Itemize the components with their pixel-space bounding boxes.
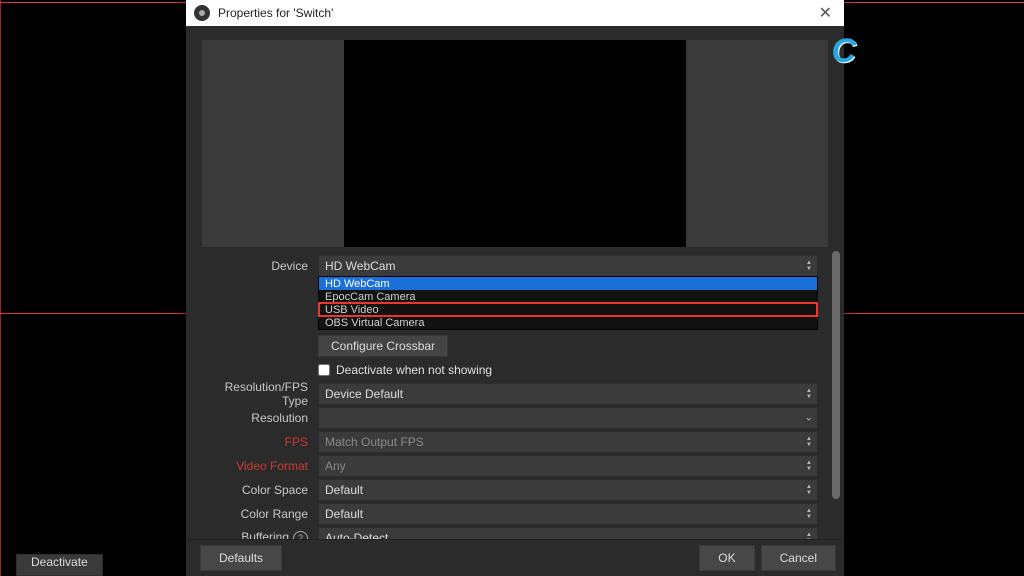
checkbox-input[interactable] bbox=[318, 364, 330, 376]
res-fps-type-select[interactable]: Device Default ▲▼ bbox=[318, 383, 818, 405]
resolution-select[interactable]: ⌄ bbox=[318, 407, 818, 429]
preview-pad-left bbox=[202, 40, 344, 247]
label-resolution: Resolution bbox=[196, 411, 318, 425]
device-options-list: HD WebCam EpocCam Camera USB Video OBS V… bbox=[318, 276, 818, 330]
deactivate-when-not-showing-checkbox[interactable]: Deactivate when not showing bbox=[318, 363, 818, 377]
device-option[interactable]: OBS Virtual Camera bbox=[319, 316, 817, 329]
stepper-icon: ▲▼ bbox=[803, 432, 815, 452]
video-format-select[interactable]: Any ▲▼ bbox=[318, 455, 818, 477]
label-color-space: Color Space bbox=[196, 483, 318, 497]
device-option-usb-video[interactable]: USB Video bbox=[319, 303, 817, 316]
device-select[interactable]: HD WebCam ▲▼ bbox=[318, 255, 818, 277]
watermark-logo: C bbox=[831, 32, 856, 71]
configure-crossbar-button[interactable]: Configure Crossbar bbox=[318, 335, 448, 357]
label-buffering: Buffering? bbox=[196, 530, 318, 539]
obs-icon bbox=[194, 5, 210, 21]
label-res-fps-type: Resolution/FPS Type bbox=[196, 380, 318, 408]
label-fps: FPS bbox=[196, 435, 318, 449]
video-preview bbox=[344, 40, 685, 247]
chevron-down-icon: ⌄ bbox=[805, 413, 813, 424]
main-window-controls: Deactivate bbox=[0, 554, 103, 576]
preview-area: C bbox=[186, 26, 844, 251]
buffering-select[interactable]: Auto-Detect ▲▼ bbox=[318, 527, 818, 539]
label-device: Device bbox=[196, 259, 318, 273]
row-device: Device HD WebCam ▲▼ HD WebCam EpocCam Ca… bbox=[196, 255, 818, 277]
color-range-select[interactable]: Default ▲▼ bbox=[318, 503, 818, 525]
stepper-icon: ▲▼ bbox=[803, 504, 815, 524]
device-selected-value: HD WebCam bbox=[325, 259, 395, 273]
stepper-icon: ▲▼ bbox=[803, 384, 815, 404]
device-option[interactable]: EpocCam Camera bbox=[319, 290, 817, 303]
dialog-footer: Defaults OK Cancel bbox=[186, 539, 844, 576]
close-icon[interactable]: ✕ bbox=[815, 3, 836, 23]
ok-button[interactable]: OK bbox=[699, 545, 754, 571]
label-color-range: Color Range bbox=[196, 507, 318, 521]
cancel-button[interactable]: Cancel bbox=[761, 545, 836, 571]
deactivate-button[interactable]: Deactivate bbox=[16, 554, 103, 576]
stepper-icon: ▲▼ bbox=[803, 528, 815, 539]
stepper-icon: ▲▼ bbox=[803, 480, 815, 500]
preview-pad-right bbox=[686, 40, 828, 247]
defaults-button[interactable]: Defaults bbox=[200, 545, 282, 571]
color-space-select[interactable]: Default ▲▼ bbox=[318, 479, 818, 501]
dialog-title: Properties for 'Switch' bbox=[218, 6, 333, 20]
device-option[interactable]: HD WebCam bbox=[319, 277, 817, 290]
fps-select[interactable]: Match Output FPS ▲▼ bbox=[318, 431, 818, 453]
scrollbar-thumb[interactable] bbox=[832, 251, 840, 499]
label-video-format: Video Format bbox=[196, 459, 318, 473]
checkbox-label: Deactivate when not showing bbox=[336, 363, 492, 377]
vertical-scrollbar[interactable] bbox=[832, 251, 840, 539]
properties-dialog: Properties for 'Switch' ✕ C Device HD We… bbox=[186, 0, 844, 576]
title-bar: Properties for 'Switch' ✕ bbox=[186, 0, 844, 26]
stepper-icon: ▲▼ bbox=[803, 256, 815, 276]
help-icon[interactable]: ? bbox=[293, 531, 308, 539]
stepper-icon: ▲▼ bbox=[803, 456, 815, 476]
form-area: Device HD WebCam ▲▼ HD WebCam EpocCam Ca… bbox=[186, 251, 844, 539]
